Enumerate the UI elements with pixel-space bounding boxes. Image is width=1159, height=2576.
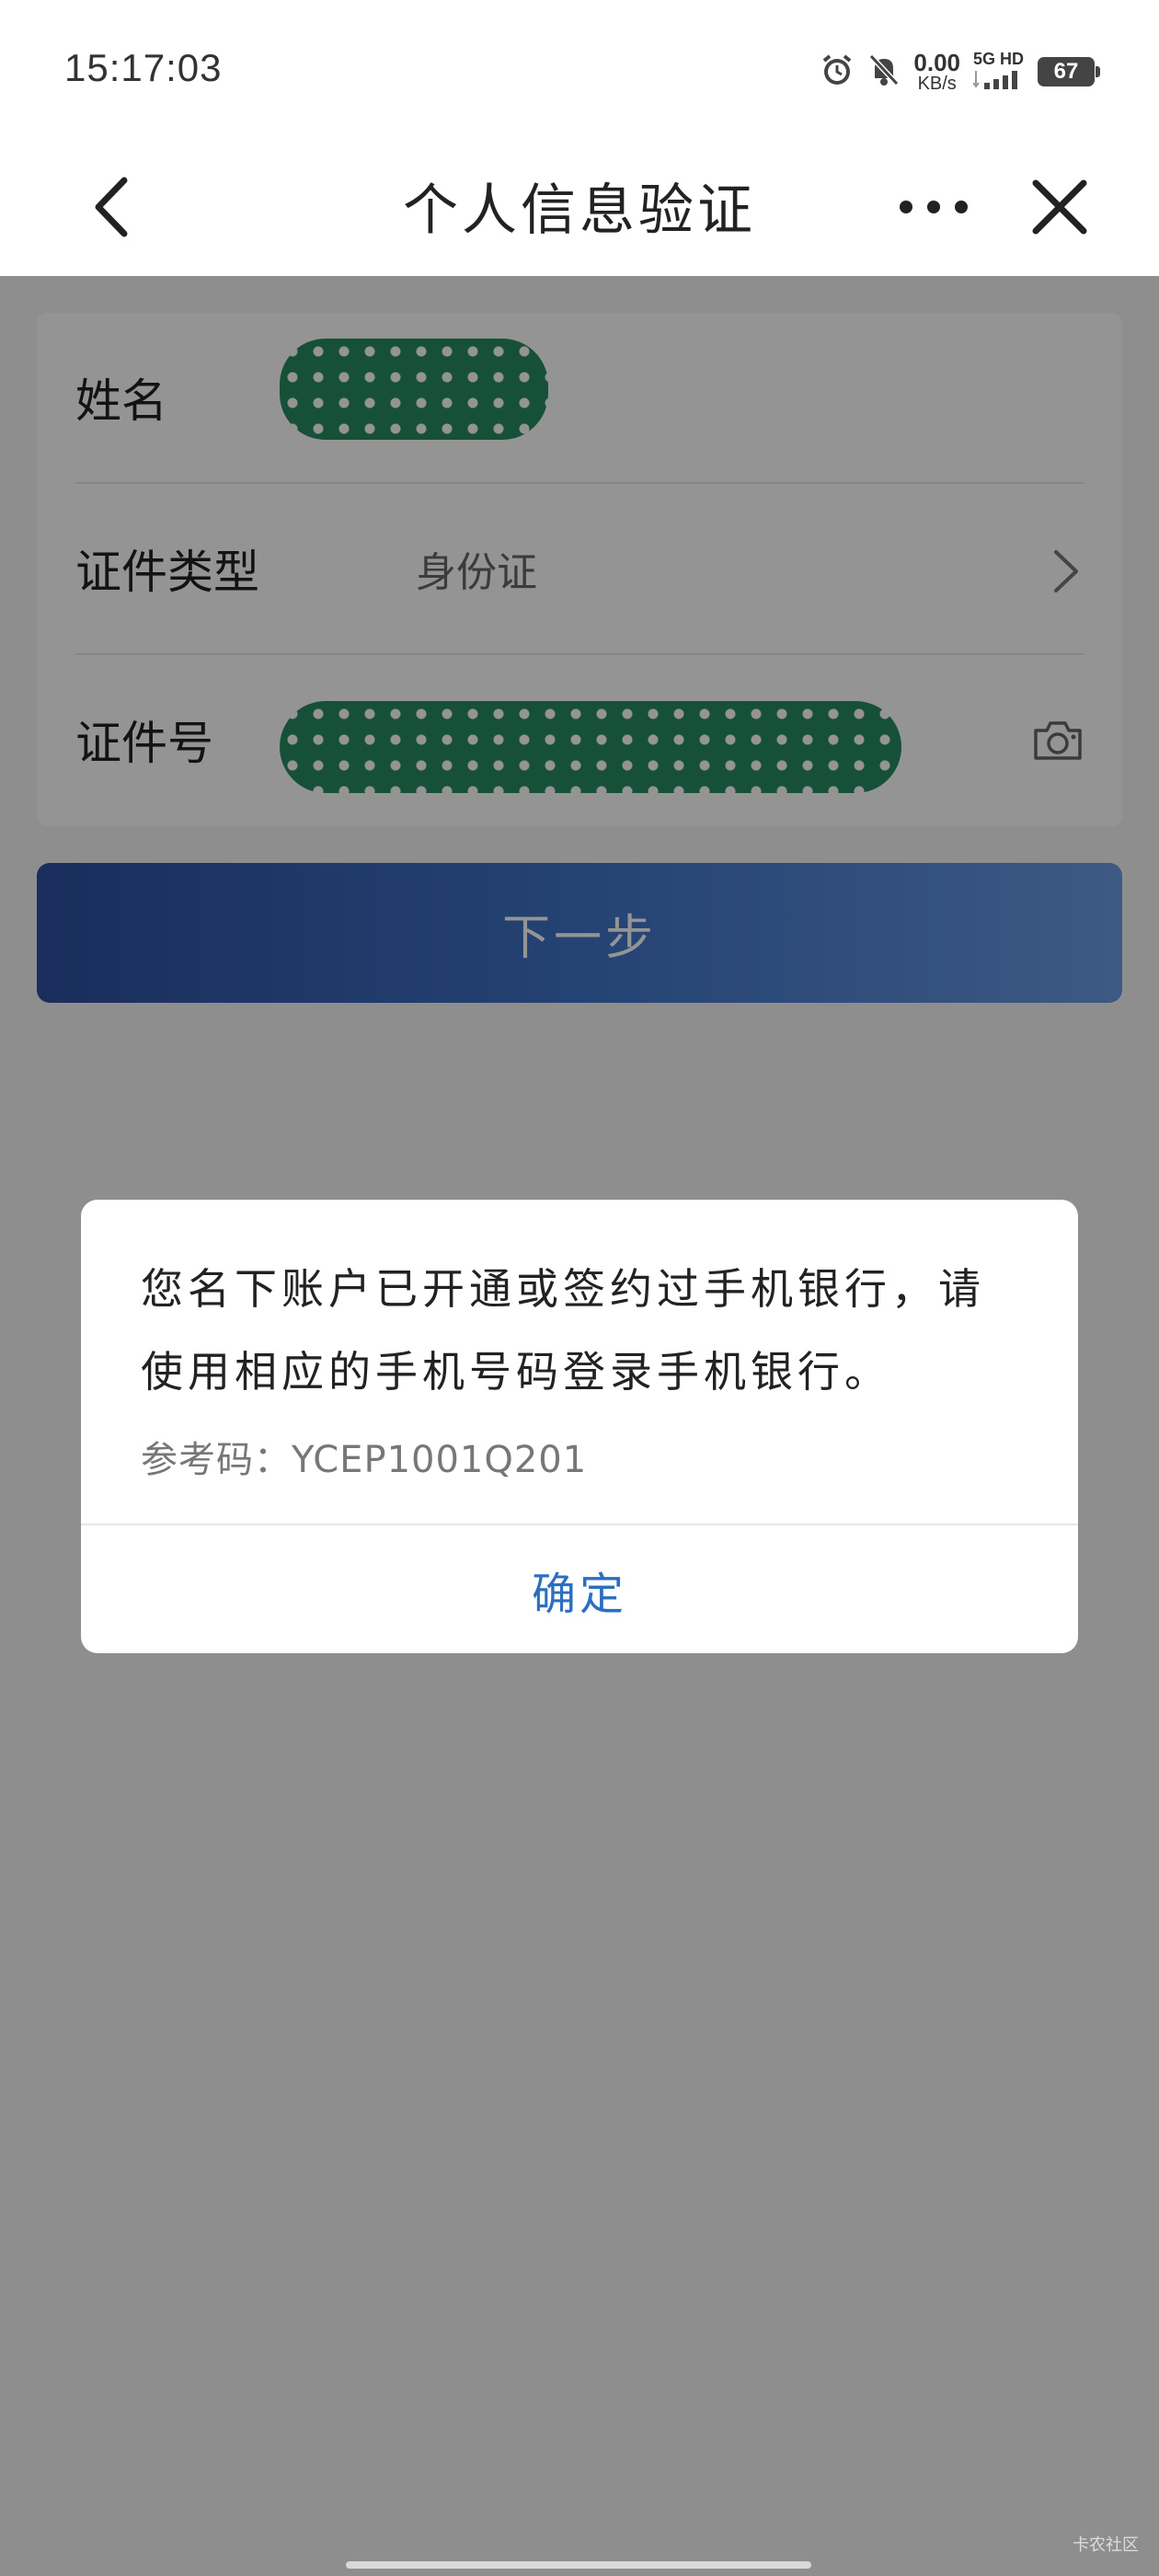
nav-bar: 个人信息验证 (0, 138, 1159, 276)
network-speed-value: 0.00 (913, 49, 960, 76)
status-time: 15:17:03 (64, 46, 223, 89)
status-bar: 15:17:03 0.00 KB/s 5G HD 67 (0, 0, 1159, 138)
network-indicator: 5G HD (972, 50, 1025, 93)
mute-icon (867, 52, 901, 91)
alarm-icon (820, 52, 855, 91)
network-speed-unit: KB/s (917, 74, 957, 94)
page-title: 个人信息验证 (403, 178, 756, 243)
confirm-button[interactable]: 确定 (81, 1525, 1078, 1653)
battery-icon: 67 (1038, 57, 1100, 86)
reference-code: 参考码：YCEP1001Q201 (141, 1439, 588, 1481)
network-label: 5G HD (973, 50, 1025, 68)
home-indicator[interactable] (346, 2561, 811, 2569)
network-speed: 0.00 KB/s (913, 51, 960, 93)
signal-icon (972, 69, 1025, 93)
dialog-message: 您名下账户已开通或签约过手机银行，请使用相应的手机号码登录手机银行。 (141, 1264, 985, 1397)
battery-level: 67 (1053, 59, 1079, 84)
status-icons: 0.00 KB/s 5G HD 67 (820, 46, 1100, 98)
watermark: 卡农社区 (1073, 2536, 1139, 2555)
alert-dialog: 您名下账户已开通或签约过手机银行，请使用相应的手机号码登录手机银行。 参考码：Y… (81, 1200, 1078, 1653)
close-icon[interactable] (1018, 166, 1101, 248)
more-icon[interactable] (892, 166, 975, 248)
